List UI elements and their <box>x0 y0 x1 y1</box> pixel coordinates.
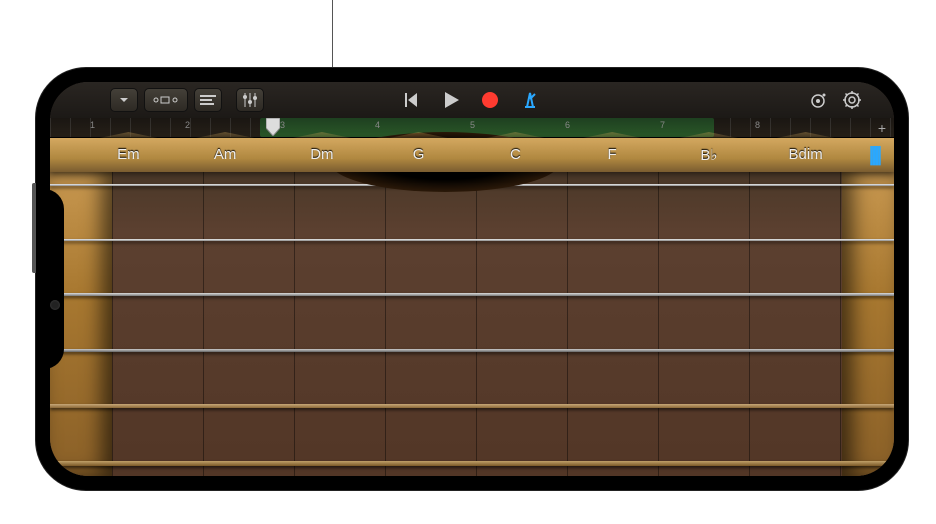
play-icon <box>445 92 459 108</box>
string-5[interactable] <box>50 404 894 408</box>
phone-notch <box>36 189 64 369</box>
chord-button-em[interactable]: Em <box>80 138 177 172</box>
metronome-button[interactable] <box>513 87 547 113</box>
bar-number: 5 <box>470 120 475 130</box>
strings <box>50 184 894 466</box>
chord-button-dm[interactable]: Dm <box>274 138 371 172</box>
string-3[interactable] <box>50 293 894 296</box>
view-toggle-button[interactable] <box>144 88 188 112</box>
settings-button[interactable] <box>842 90 862 110</box>
record-button[interactable] <box>473 87 507 113</box>
bar-number: 4 <box>375 120 380 130</box>
add-section-button[interactable]: + <box>878 120 886 136</box>
chord-button-c[interactable]: C <box>467 138 564 172</box>
autoplay-toggle[interactable]: |||| <box>854 138 894 172</box>
chord-button-f[interactable]: F <box>564 138 661 172</box>
autoplay-icon: |||| <box>869 144 879 167</box>
toolbar <box>50 82 894 118</box>
rewind-icon <box>405 93 423 107</box>
metronome-icon <box>521 91 539 109</box>
bar-number: 7 <box>660 120 665 130</box>
phone-frame: 1 2 3 4 5 6 7 8 + Em Am Dm G C F B♭ Bdim <box>36 68 908 490</box>
tone-button[interactable] <box>808 90 828 110</box>
chord-button-bb[interactable]: B♭ <box>661 138 758 172</box>
browser-button[interactable] <box>110 88 138 112</box>
bar-number: 6 <box>565 120 570 130</box>
playhead-icon <box>266 118 280 136</box>
bar-number: 8 <box>755 120 760 130</box>
instrument-view-icon <box>151 93 181 107</box>
chord-button-bdim[interactable]: Bdim <box>757 138 854 172</box>
tracks-view-button[interactable] <box>194 88 222 112</box>
chord-button-g[interactable]: G <box>370 138 467 172</box>
string-6[interactable] <box>50 461 894 466</box>
string-2[interactable] <box>50 239 894 241</box>
tracks-icon <box>200 94 216 106</box>
bar-number: 2 <box>185 120 190 130</box>
chord-button-am[interactable]: Am <box>177 138 274 172</box>
bar-number: 3 <box>280 120 285 130</box>
fretboard[interactable] <box>50 172 894 476</box>
playhead[interactable] <box>266 118 278 136</box>
gear-icon <box>842 90 862 110</box>
string-4[interactable] <box>50 349 894 352</box>
dial-icon <box>808 90 828 110</box>
record-icon <box>481 91 499 109</box>
chevron-down-icon <box>118 94 130 106</box>
play-button[interactable] <box>437 88 467 112</box>
rewind-button[interactable] <box>397 89 431 111</box>
chord-strip: Em Am Dm G C F B♭ Bdim |||| <box>50 138 894 172</box>
sliders-icon <box>242 93 258 107</box>
mixer-button[interactable] <box>236 88 264 112</box>
app-screen: 1 2 3 4 5 6 7 8 + Em Am Dm G C F B♭ Bdim <box>50 82 894 476</box>
bar-number: 1 <box>90 120 95 130</box>
